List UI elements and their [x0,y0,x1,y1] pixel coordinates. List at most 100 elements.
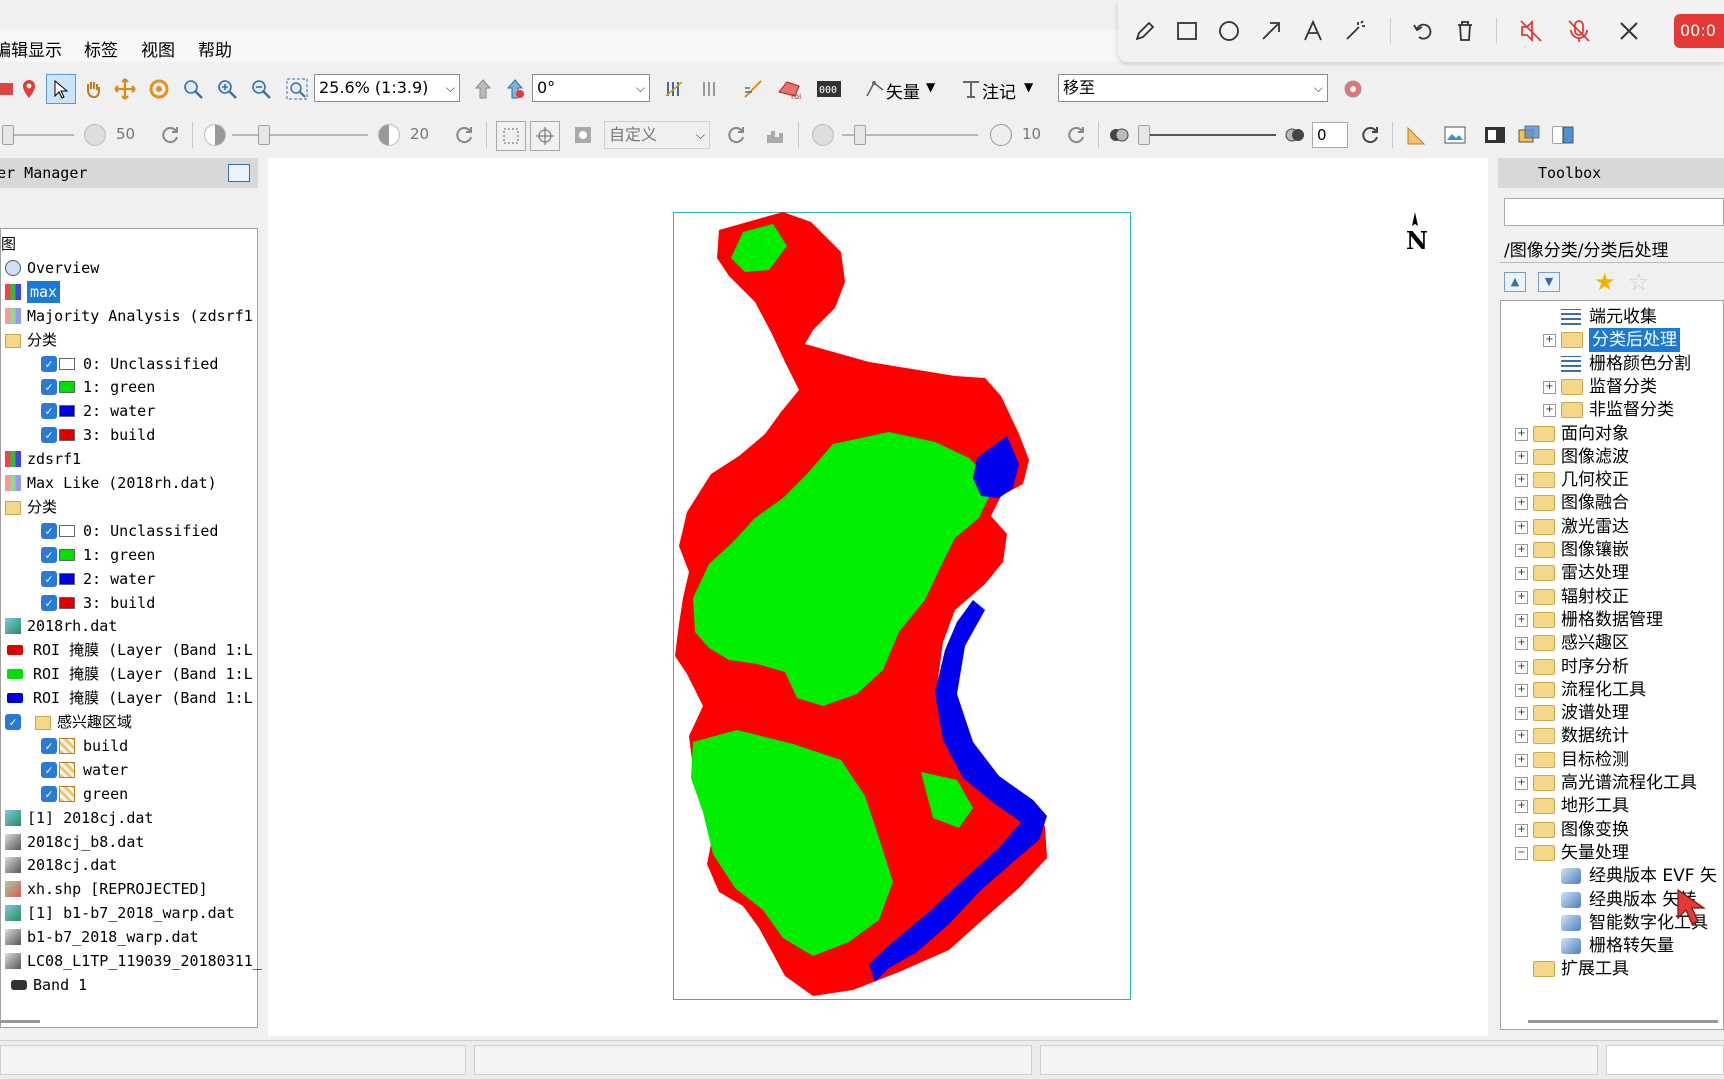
toolbox-tree-item[interactable]: + 图像融合 [1501,491,1723,515]
toolbox-tree-item[interactable]: + 流程化工具 [1501,678,1723,702]
menu-edit[interactable]: 编辑 [0,36,28,61]
refresh-icon[interactable] [1358,122,1384,148]
layer-tree-item[interactable]: 分类 [1,496,257,518]
transparency-high-icon[interactable] [1282,122,1308,148]
chevron-down-icon[interactable]: ▼ [1538,272,1560,292]
zoom-out-icon[interactable] [248,76,274,102]
chevron-up-icon[interactable]: ▲ [1504,272,1526,292]
profile-tool-icon[interactable] [698,76,724,102]
toolbox-tree-item[interactable]: + 辐射校正 [1501,585,1723,609]
move-cross-icon[interactable] [112,76,138,102]
expand-icon[interactable]: + [1543,404,1556,418]
circle-icon[interactable] [1214,16,1244,46]
toolbox-tree-item[interactable]: + 非监督分类 [1501,398,1723,422]
classification-map[interactable] [673,212,1131,1000]
brightness-slider[interactable] [4,134,74,136]
layer-visibility-checkbox[interactable]: ✓ [41,522,57,539]
toolbox-search-input[interactable] [1504,198,1724,226]
toolbox-tree-item[interactable]: 端元收集 [1501,305,1723,329]
toolbox-tree-item[interactable]: + 数据统计 [1501,724,1723,748]
layer-tree-item[interactable]: [1] b1-b7_2018_warp.dat [1,902,257,924]
brightness-value[interactable]: 50 [116,125,135,143]
layer-tree-item[interactable]: ✓ 1: green [1,376,257,398]
layer-visibility-checkbox[interactable]: ✓ [41,355,57,372]
toolbox-tree-item[interactable]: + 图像变换 [1501,818,1723,842]
layer-tree-item[interactable]: ✓ 0: Unclassified [1,353,257,375]
contrast-slider[interactable] [232,134,368,136]
transparency-slider-handle[interactable] [1138,125,1150,145]
toolbox-tree-item[interactable]: + 分类后处理 [1501,328,1723,353]
expand-icon[interactable]: + [1515,427,1528,441]
layer-visibility-checkbox[interactable]: ✓ [41,403,57,420]
expand-icon[interactable]: + [1515,544,1528,557]
menu-help[interactable]: 帮助 [198,36,232,61]
layer-tree-item[interactable]: b1-b7_2018_warp.dat [1,926,257,948]
toolbox-tree-item[interactable]: + 图像镶嵌 [1501,538,1723,562]
layer-visibility-checkbox[interactable]: ✓ [41,761,57,778]
layer-tree-item[interactable]: Band 1 [1,974,257,996]
layer-tree-item[interactable]: [1] 2018cj.dat [1,807,257,829]
measure-tool-icon[interactable] [740,76,766,102]
expand-icon[interactable]: + [1515,800,1528,814]
expand-icon[interactable]: + [1515,450,1528,464]
dock-pin-icon[interactable] [228,164,250,182]
transparency-slider[interactable] [1140,134,1276,136]
layer-tree-item[interactable]: max [1,280,257,303]
layer-visibility-checkbox[interactable]: ✓ [41,546,57,563]
layer-visibility-checkbox[interactable]: ✓ [41,785,57,802]
layer-tree-item[interactable]: LC08_L1TP_119039_20180311_ [1,950,262,972]
ruler-icon[interactable] [1404,122,1430,148]
layer-visibility-checkbox[interactable]: ✓ [41,427,57,444]
select-pointer-icon[interactable] [46,74,76,104]
menu-display[interactable]: 显示 [28,36,62,61]
layer-tree-item[interactable]: ROI 掩膜 (Layer (Band 1:L [1,687,257,709]
toolbox-scrollbar[interactable] [1528,1020,1718,1023]
refresh-icon[interactable] [452,122,478,148]
layer-visibility-checkbox[interactable]: ✓ [41,379,57,396]
add-favorite-icon[interactable]: ★ [1594,268,1616,296]
toolbox-tree-item[interactable]: 经典版本 EVF 矢 [1501,864,1723,888]
layer-visibility-checkbox[interactable]: ✓ [5,714,21,730]
layer-manager-scrollbar[interactable] [0,1020,40,1023]
expand-icon[interactable]: + [1515,753,1528,767]
pin-icon[interactable] [16,76,42,102]
magic-wand-icon[interactable] [1340,16,1370,46]
layer-tree-item[interactable]: ✓ 1: green [1,544,257,566]
expand-icon[interactable]: + [1515,497,1528,511]
chip-view-icon[interactable] [1482,122,1508,148]
rotate-icon[interactable] [146,76,172,102]
toolbox-tree-item[interactable]: + 面向对象 [1501,422,1723,446]
expand-icon[interactable]: + [1515,683,1528,697]
blend-icon[interactable] [1516,122,1542,148]
layer-tree-item[interactable]: zdsrf1 [1,448,257,470]
image-view-icon[interactable] [1442,122,1468,148]
pencil-icon[interactable] [1130,16,1160,46]
rotate-view-icon[interactable] [502,76,528,102]
toolbox-tree-item[interactable]: + 栅格数据管理 [1501,608,1723,632]
layer-tree-item[interactable]: ✓ build [1,735,257,757]
refresh-icon[interactable] [158,122,184,148]
layer-tree-item[interactable]: ✓ green [1,783,257,805]
toolbox-tree-item[interactable]: + 时序分析 [1501,655,1723,679]
expand-icon[interactable]: + [1515,613,1528,627]
sharpen-slider-handle[interactable] [854,125,866,145]
expand-icon[interactable]: + [1515,730,1528,744]
expand-icon[interactable]: + [1515,520,1528,534]
layer-tree-item[interactable]: 2018cj.dat [1,854,257,876]
toolbox-tree-item[interactable]: 栅格转矢量 [1501,934,1723,958]
stretch-combo[interactable]: 自定义 ⌵ [604,121,710,149]
collapse-icon[interactable]: − [1515,846,1528,860]
toolbox-tree-item[interactable]: + 地形工具 [1501,794,1723,818]
goto-combo[interactable]: 移至 ⌵ [1058,74,1328,102]
vector-menu-label[interactable]: 矢量 [886,78,920,103]
brightness-slider-handle[interactable] [2,125,14,145]
stretch-region-icon[interactable] [530,121,560,151]
refresh-icon[interactable] [724,122,750,148]
layer-tree-item[interactable]: 2018cj_b8.dat [1,831,257,853]
layer-tree-item[interactable]: 分类 [1,329,257,351]
histogram-icon[interactable] [762,122,788,148]
zoom-in-icon[interactable] [214,76,240,102]
transparency-icon[interactable] [1106,122,1132,148]
toolbox-tree-item[interactable]: + 激光雷达 [1501,515,1723,539]
layer-tree-root[interactable]: 图 [1,233,257,255]
